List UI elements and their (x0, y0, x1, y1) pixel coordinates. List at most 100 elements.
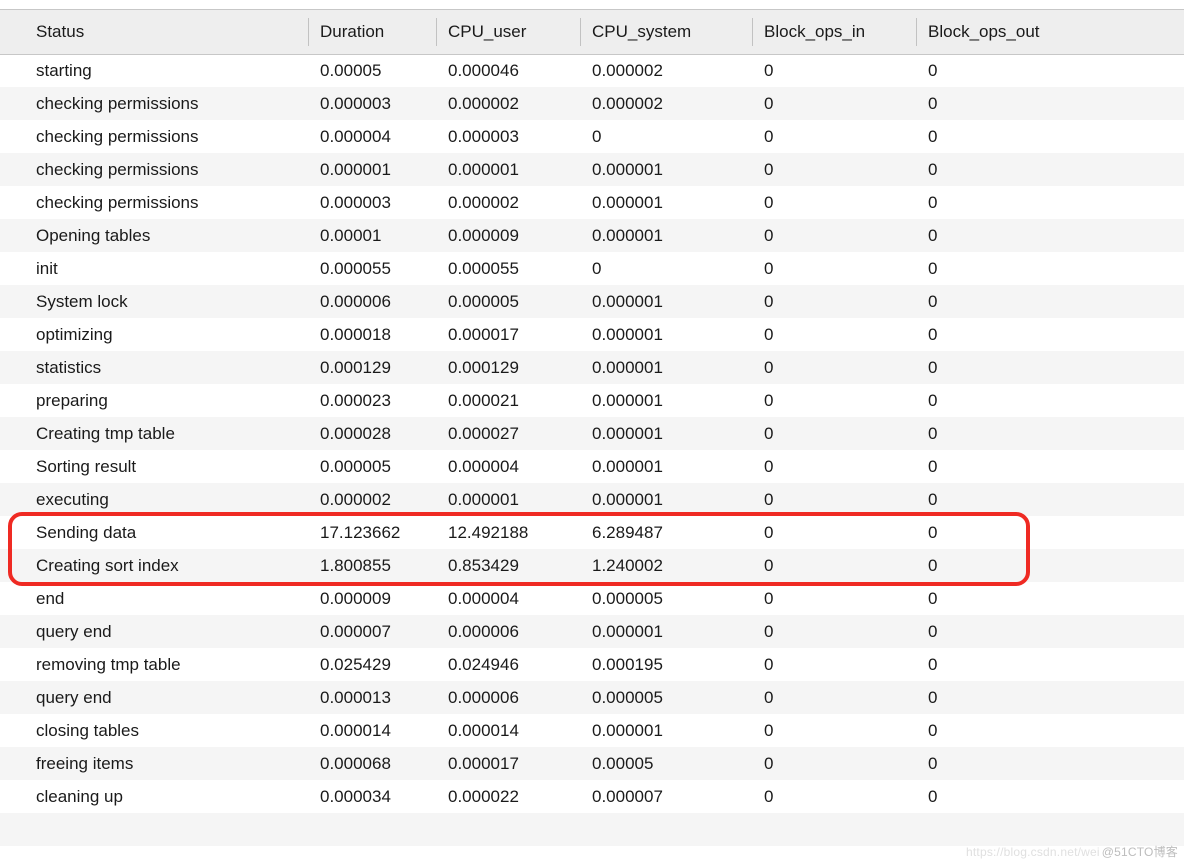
cell-duration: 0.000014 (308, 714, 436, 747)
cell-status: end (0, 582, 308, 615)
cell-duration: 0.000001 (308, 153, 436, 186)
col-block-out[interactable]: Block_ops_out (916, 10, 1184, 54)
cell-block_out: 0 (916, 615, 1184, 648)
cell-status: query end (0, 681, 308, 714)
cell-cpu_system: 0.000005 (580, 582, 752, 615)
table-row[interactable]: statistics0.0001290.0001290.00000100 (0, 351, 1184, 384)
cell-cpu_user: 0.000005 (436, 285, 580, 318)
cell-block_out: 0 (916, 648, 1184, 681)
cell-cpu_user: 0.000006 (436, 615, 580, 648)
col-cpu-system[interactable]: CPU_system (580, 10, 752, 54)
table-row[interactable]: checking permissions0.0000030.0000020.00… (0, 87, 1184, 120)
cell-status: Creating sort index (0, 549, 308, 582)
table-row[interactable]: Sending data17.12366212.4921886.28948700 (0, 516, 1184, 549)
table-row[interactable]: checking permissions0.0000030.0000020.00… (0, 186, 1184, 219)
cell-cpu_system: 0.000001 (580, 219, 752, 252)
table-row[interactable]: end0.0000090.0000040.00000500 (0, 582, 1184, 615)
cell-block_out: 0 (916, 681, 1184, 714)
top-bar (0, 0, 1184, 10)
table-row[interactable]: Creating tmp table0.0000280.0000270.0000… (0, 417, 1184, 450)
cell-cpu_system: 0 (580, 252, 752, 285)
empty-cell (0, 813, 1184, 846)
table-row[interactable]: Creating sort index1.8008550.8534291.240… (0, 549, 1184, 582)
cell-block_in: 0 (752, 615, 916, 648)
cell-status: checking permissions (0, 186, 308, 219)
table-row[interactable]: checking permissions0.0000040.000003000 (0, 120, 1184, 153)
table-row[interactable]: closing tables0.0000140.0000140.00000100 (0, 714, 1184, 747)
cell-cpu_system: 0.000007 (580, 780, 752, 813)
table-row[interactable]: freeing items0.0000680.0000170.0000500 (0, 747, 1184, 780)
cell-duration: 0.000068 (308, 747, 436, 780)
cell-cpu_user: 0.024946 (436, 648, 580, 681)
cell-cpu_user: 0.853429 (436, 549, 580, 582)
cell-block_in: 0 (752, 714, 916, 747)
cell-block_in: 0 (752, 384, 916, 417)
cell-status: System lock (0, 285, 308, 318)
cell-cpu_user: 0.000046 (436, 54, 580, 87)
cell-status: checking permissions (0, 120, 308, 153)
cell-status: Creating tmp table (0, 417, 308, 450)
cell-block_in: 0 (752, 285, 916, 318)
cell-block_in: 0 (752, 681, 916, 714)
cell-cpu_system: 0.000001 (580, 714, 752, 747)
cell-block_out: 0 (916, 780, 1184, 813)
cell-block_in: 0 (752, 351, 916, 384)
watermark-faint: https://blog.csdn.net/wei (966, 845, 1100, 859)
table-row[interactable]: cleaning up0.0000340.0000220.00000700 (0, 780, 1184, 813)
cell-block_out: 0 (916, 384, 1184, 417)
cell-duration: 0.000018 (308, 318, 436, 351)
cell-status: cleaning up (0, 780, 308, 813)
cell-cpu_system: 0.000001 (580, 153, 752, 186)
table-row[interactable]: executing0.0000020.0000010.00000100 (0, 483, 1184, 516)
col-status[interactable]: Status (0, 10, 308, 54)
cell-cpu_user: 0.000129 (436, 351, 580, 384)
table-row[interactable]: starting0.000050.0000460.00000200 (0, 54, 1184, 87)
table-row[interactable]: query end0.0000130.0000060.00000500 (0, 681, 1184, 714)
cell-status: preparing (0, 384, 308, 417)
cell-cpu_user: 0.000027 (436, 417, 580, 450)
table-row[interactable]: checking permissions0.0000010.0000010.00… (0, 153, 1184, 186)
cell-block_out: 0 (916, 252, 1184, 285)
table-row[interactable]: query end0.0000070.0000060.00000100 (0, 615, 1184, 648)
cell-cpu_user: 0.000004 (436, 450, 580, 483)
table-body: starting0.000050.0000460.00000200checkin… (0, 54, 1184, 846)
cell-block_in: 0 (752, 153, 916, 186)
cell-cpu_system: 0.000001 (580, 450, 752, 483)
cell-cpu_user: 12.492188 (436, 516, 580, 549)
table-row[interactable]: System lock0.0000060.0000050.00000100 (0, 285, 1184, 318)
cell-duration: 1.800855 (308, 549, 436, 582)
cell-block_out: 0 (916, 87, 1184, 120)
cell-cpu_user: 0.000001 (436, 153, 580, 186)
cell-block_in: 0 (752, 318, 916, 351)
cell-cpu_system: 0.000001 (580, 285, 752, 318)
table-header: Status Duration CPU_user CPU_system Bloc… (0, 10, 1184, 54)
col-cpu-user[interactable]: CPU_user (436, 10, 580, 54)
cell-cpu_system: 6.289487 (580, 516, 752, 549)
cell-cpu_system: 0.000002 (580, 87, 752, 120)
cell-status: Sorting result (0, 450, 308, 483)
cell-cpu_user: 0.000022 (436, 780, 580, 813)
cell-cpu_system: 0.00005 (580, 747, 752, 780)
table-row[interactable]: optimizing0.0000180.0000170.00000100 (0, 318, 1184, 351)
cell-duration: 17.123662 (308, 516, 436, 549)
col-block-in[interactable]: Block_ops_in (752, 10, 916, 54)
cell-block_in: 0 (752, 516, 916, 549)
watermark: https://blog.csdn.net/wei@51CTO博客 (966, 843, 1178, 860)
table-row[interactable]: preparing0.0000230.0000210.00000100 (0, 384, 1184, 417)
cell-cpu_system: 0 (580, 120, 752, 153)
cell-duration: 0.000006 (308, 285, 436, 318)
table-row[interactable]: init0.0000550.000055000 (0, 252, 1184, 285)
cell-cpu_system: 0.000002 (580, 54, 752, 87)
cell-status: checking permissions (0, 153, 308, 186)
cell-block_in: 0 (752, 87, 916, 120)
table-row[interactable]: Opening tables0.000010.0000090.00000100 (0, 219, 1184, 252)
cell-status: optimizing (0, 318, 308, 351)
cell-duration: 0.000028 (308, 417, 436, 450)
cell-duration: 0.000129 (308, 351, 436, 384)
table-row[interactable]: Sorting result0.0000050.0000040.00000100 (0, 450, 1184, 483)
cell-block_in: 0 (752, 417, 916, 450)
cell-block_out: 0 (916, 54, 1184, 87)
cell-status: query end (0, 615, 308, 648)
table-row[interactable]: removing tmp table0.0254290.0249460.0001… (0, 648, 1184, 681)
col-duration[interactable]: Duration (308, 10, 436, 54)
